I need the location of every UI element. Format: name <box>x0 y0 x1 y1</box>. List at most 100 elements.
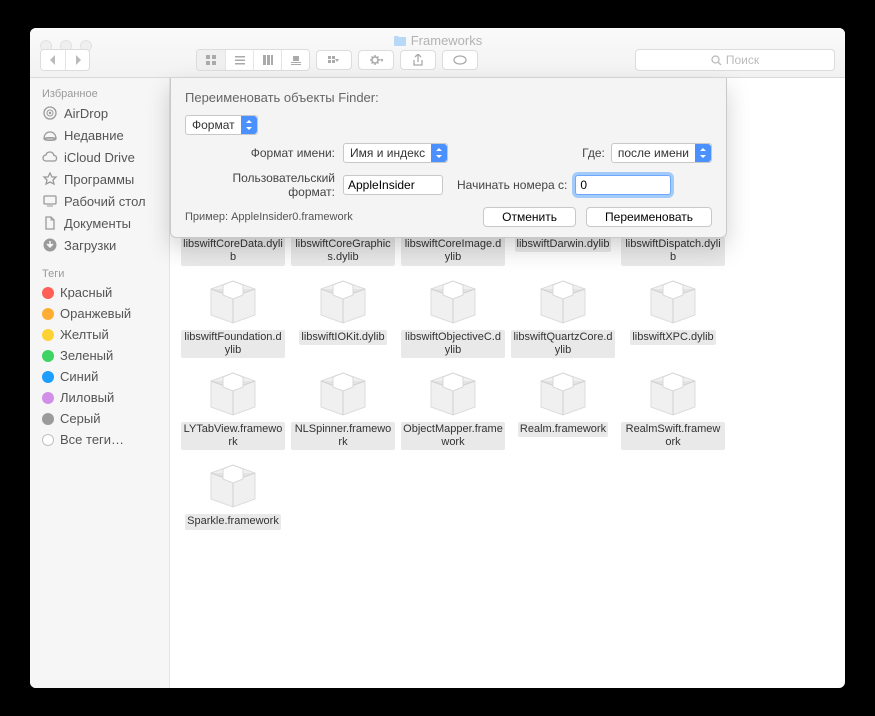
mode-select[interactable]: Формат <box>185 115 258 135</box>
file-item[interactable]: LYTabView.framework <box>180 366 286 450</box>
framework-icon <box>641 274 705 330</box>
tag-dot-icon <box>42 392 54 404</box>
file-label: libswiftIOKit.dylib <box>299 330 386 345</box>
framework-icon <box>531 366 595 422</box>
file-item[interactable]: RealmSwift.framework <box>620 366 726 450</box>
applications-icon <box>42 171 58 187</box>
file-label: ObjectMapper.framework <box>401 422 505 450</box>
tags-header: Теги <box>30 264 169 282</box>
file-item[interactable]: libswiftQuartzCore.dylib <box>510 274 616 358</box>
sidebar-tag-item[interactable]: Лиловый <box>30 387 169 408</box>
search-field[interactable]: Поиск <box>635 49 835 71</box>
airdrop-icon <box>42 105 58 121</box>
tags-button[interactable] <box>442 50 478 70</box>
documents-icon <box>42 215 58 231</box>
file-item[interactable]: libswiftXPC.dylib <box>620 274 726 358</box>
file-item[interactable]: ObjectMapper.framework <box>400 366 506 450</box>
action-button[interactable] <box>358 50 394 70</box>
titlebar: Frameworks Поиск <box>30 28 845 78</box>
file-item[interactable]: Realm.framework <box>510 366 616 450</box>
folder-icon <box>393 35 407 47</box>
tag-label: Синий <box>60 369 98 384</box>
window-title: Frameworks <box>30 33 845 48</box>
rename-sheet: Переименовать объекты Finder: Формат Фор… <box>170 78 727 238</box>
sidebar-tag-item[interactable]: Синий <box>30 366 169 387</box>
tag-dot-icon <box>42 287 54 299</box>
file-item[interactable]: libswiftFoundation.dylib <box>180 274 286 358</box>
sidebar: Избранное AirDrop Недавние iCloud Drive … <box>30 78 170 688</box>
sidebar-tag-item[interactable]: Зеленый <box>30 345 169 366</box>
framework-icon <box>641 366 705 422</box>
search-icon <box>711 55 722 66</box>
file-item[interactable]: libswiftObjectiveC.dylib <box>400 274 506 358</box>
sidebar-item-icloud[interactable]: iCloud Drive <box>30 146 169 168</box>
name-format-select[interactable]: Имя и индекс <box>343 143 448 163</box>
desktop-icon <box>42 193 58 209</box>
sidebar-item-documents[interactable]: Документы <box>30 212 169 234</box>
framework-icon <box>311 366 375 422</box>
view-list-icon[interactable] <box>225 50 253 70</box>
sidebar-item-recents[interactable]: Недавние <box>30 124 169 146</box>
example-text: Пример: AppleInsider0.framework <box>185 211 353 223</box>
start-from-input[interactable] <box>575 175 671 195</box>
file-label: libswiftCoreData.dylib <box>181 237 285 265</box>
where-select[interactable]: после имени <box>611 143 712 163</box>
recents-icon <box>42 127 58 143</box>
start-from-label: Начинать номера с: <box>457 178 567 192</box>
file-label: Sparkle.framework <box>185 514 281 529</box>
tag-label: Лиловый <box>60 390 114 405</box>
sidebar-item-all-tags[interactable]: Все теги… <box>30 429 169 450</box>
sidebar-tag-item[interactable]: Серый <box>30 408 169 429</box>
share-button[interactable] <box>400 50 436 70</box>
sidebar-tag-item[interactable]: Красный <box>30 282 169 303</box>
framework-icon <box>201 458 265 514</box>
view-coverflow-icon[interactable] <box>281 50 309 70</box>
file-label: NLSpinner.framework <box>291 422 395 450</box>
file-label: libswiftCoreGraphics.dylib <box>291 237 395 265</box>
sheet-title: Переименовать объекты Finder: <box>185 90 712 105</box>
file-label: libswiftXPC.dylib <box>630 330 715 345</box>
sidebar-tag-item[interactable]: Желтый <box>30 324 169 345</box>
sidebar-item-airdrop[interactable]: AirDrop <box>30 102 169 124</box>
nav-buttons <box>40 49 90 71</box>
favorites-header: Избранное <box>30 84 169 102</box>
tag-label: Желтый <box>60 327 109 342</box>
framework-icon <box>201 366 265 422</box>
tag-all-icon <box>42 434 54 446</box>
back-button[interactable] <box>41 50 65 70</box>
tag-label: Зеленый <box>60 348 113 363</box>
view-icon-grid[interactable] <box>197 50 225 70</box>
forward-button[interactable] <box>65 50 89 70</box>
sidebar-tag-item[interactable]: Оранжевый <box>30 303 169 324</box>
file-label: LYTabView.framework <box>181 422 285 450</box>
framework-icon <box>311 274 375 330</box>
view-mode-group <box>196 49 310 71</box>
finder-window: Frameworks Поиск Из <box>30 28 845 688</box>
tag-dot-icon <box>42 329 54 341</box>
file-label: libswiftDispatch.dylib <box>621 237 725 265</box>
sidebar-item-desktop[interactable]: Рабочий стол <box>30 190 169 212</box>
file-label: libswiftQuartzCore.dylib <box>511 330 615 358</box>
arrange-button[interactable] <box>316 50 352 70</box>
sidebar-item-downloads[interactable]: Загрузки <box>30 234 169 256</box>
user-format-label: Пользовательский формат: <box>185 171 335 199</box>
file-item[interactable]: NLSpinner.framework <box>290 366 396 450</box>
tag-dot-icon <box>42 350 54 362</box>
sidebar-item-applications[interactable]: Программы <box>30 168 169 190</box>
rename-button[interactable]: Переименовать <box>586 207 712 227</box>
view-columns-icon[interactable] <box>253 50 281 70</box>
tag-label: Серый <box>60 411 100 426</box>
framework-icon <box>531 274 595 330</box>
file-label: libswiftDarwin.dylib <box>515 237 612 252</box>
name-format-label: Формат имени: <box>185 146 335 160</box>
user-format-input[interactable] <box>343 175 443 195</box>
file-item[interactable]: Sparkle.framework <box>180 458 286 529</box>
framework-icon <box>201 274 265 330</box>
downloads-icon <box>42 237 58 253</box>
cancel-button[interactable]: Отменить <box>483 207 576 227</box>
framework-icon <box>421 366 485 422</box>
toolbar: Поиск <box>40 49 835 71</box>
tag-dot-icon <box>42 371 54 383</box>
file-label: libswiftObjectiveC.dylib <box>401 330 505 358</box>
file-item[interactable]: libswiftIOKit.dylib <box>290 274 396 358</box>
